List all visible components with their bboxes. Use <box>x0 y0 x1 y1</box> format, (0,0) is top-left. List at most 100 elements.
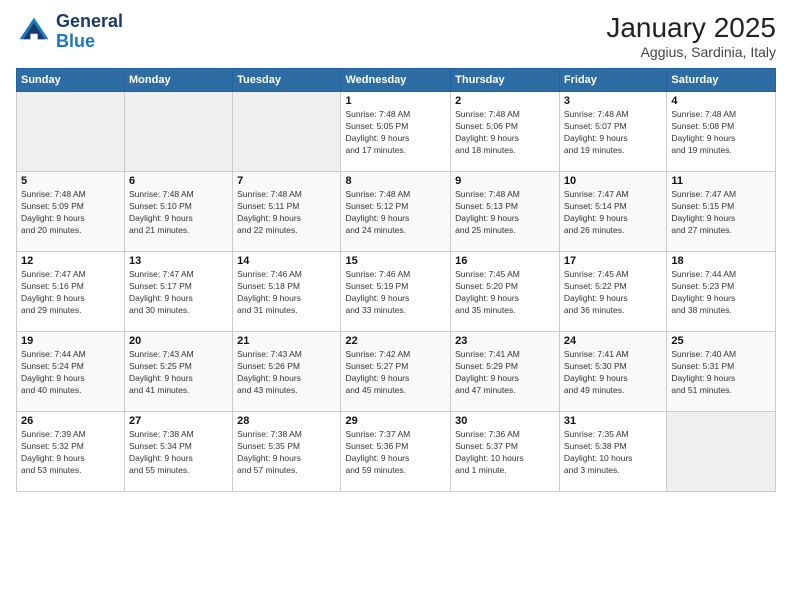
weekday-header-tuesday: Tuesday <box>233 69 341 92</box>
weekday-header-row: SundayMondayTuesdayWednesdayThursdayFrid… <box>17 69 776 92</box>
day-number: 12 <box>21 255 120 267</box>
day-number: 26 <box>21 415 120 427</box>
day-cell-12: 12 Sunrise: 7:47 AM Sunset: 5:16 PM Dayli… <box>17 252 125 332</box>
weekday-header-friday: Friday <box>559 69 666 92</box>
day-number: 18 <box>671 255 771 267</box>
day-info: Sunrise: 7:45 AM Sunset: 5:22 PM Dayligh… <box>564 269 662 317</box>
day-cell-22: 22Sunrise: 7:42 AM Sunset: 5:27 PM Dayli… <box>341 332 451 412</box>
day-info: Sunrise: 7:41 AM Sunset: 5:29 PM Dayligh… <box>455 349 555 397</box>
empty-cell <box>667 412 776 492</box>
day-cell-13: 13 Sunrise: 7:47 AM Sunset: 5:17 PM Dayli… <box>125 252 233 332</box>
title-block: January 2025 Aggius, Sardinia, Italy <box>606 12 776 60</box>
weekday-header-saturday: Saturday <box>667 69 776 92</box>
logo-line2: Blue <box>56 32 123 52</box>
day-cell-27: 27 Sunrise: 7:38 AM Sunset: 5:34 PM Dayli… <box>125 412 233 492</box>
day-cell-4: 4Sunrise: 7:48 AM Sunset: 5:08 PM Daylig… <box>667 92 776 172</box>
day-number: 14 <box>237 255 336 267</box>
day-info: Sunrise: 7:46 AM Sunset: 5:19 PM Dayligh… <box>345 269 446 317</box>
day-cell-15: 15 Sunrise: 7:46 AM Sunset: 5:19 PM Dayli… <box>341 252 451 332</box>
day-number: 27 <box>129 415 228 427</box>
day-info: Sunrise: 7:41 AM Sunset: 5:30 PM Dayligh… <box>564 349 662 397</box>
day-info: Sunrise: 7:39 AM Sunset: 5:32 PM Dayligh… <box>21 429 120 477</box>
day-cell-3: 3 Sunrise: 7:48 AM Sunset: 5:07 PM Daylig… <box>559 92 666 172</box>
day-info: Sunrise: 7:43 AM Sunset: 5:26 PM Dayligh… <box>237 349 336 397</box>
day-cell-1: 1Sunrise: 7:48 AM Sunset: 5:05 PM Daylig… <box>341 92 451 172</box>
month-title: January 2025 <box>606 12 776 44</box>
week-row-2: 5Sunrise: 7:48 AM Sunset: 5:09 PM Daylig… <box>17 172 776 252</box>
day-info: Sunrise: 7:48 AM Sunset: 5:05 PM Dayligh… <box>345 109 446 157</box>
location: Aggius, Sardinia, Italy <box>606 44 776 60</box>
day-info: Sunrise: 7:45 AM Sunset: 5:20 PM Dayligh… <box>455 269 555 317</box>
day-cell-17: 17 Sunrise: 7:45 AM Sunset: 5:22 PM Dayli… <box>559 252 666 332</box>
day-number: 16 <box>455 255 555 267</box>
day-number: 21 <box>237 335 336 347</box>
day-number: 8 <box>345 175 446 187</box>
day-number: 31 <box>564 415 662 427</box>
day-cell-16: 16 Sunrise: 7:45 AM Sunset: 5:20 PM Dayli… <box>451 252 560 332</box>
day-info: Sunrise: 7:47 AM Sunset: 5:17 PM Dayligh… <box>129 269 228 317</box>
day-cell-11: 11Sunrise: 7:47 AM Sunset: 5:15 PM Dayli… <box>667 172 776 252</box>
day-cell-9: 9 Sunrise: 7:48 AM Sunset: 5:13 PM Daylig… <box>451 172 560 252</box>
day-info: Sunrise: 7:48 AM Sunset: 5:11 PM Dayligh… <box>237 189 336 237</box>
day-number: 4 <box>671 95 771 107</box>
week-row-4: 19Sunrise: 7:44 AM Sunset: 5:24 PM Dayli… <box>17 332 776 412</box>
empty-cell <box>17 92 125 172</box>
day-cell-24: 24 Sunrise: 7:41 AM Sunset: 5:30 PM Dayli… <box>559 332 666 412</box>
day-cell-6: 6Sunrise: 7:48 AM Sunset: 5:10 PM Daylig… <box>125 172 233 252</box>
day-info: Sunrise: 7:48 AM Sunset: 5:13 PM Dayligh… <box>455 189 555 237</box>
day-number: 24 <box>564 335 662 347</box>
week-row-3: 12 Sunrise: 7:47 AM Sunset: 5:16 PM Dayli… <box>17 252 776 332</box>
day-number: 11 <box>671 175 771 187</box>
day-cell-28: 28 Sunrise: 7:38 AM Sunset: 5:35 PM Dayli… <box>233 412 341 492</box>
day-cell-30: 30Sunrise: 7:36 AM Sunset: 5:37 PM Dayli… <box>451 412 560 492</box>
day-number: 9 <box>455 175 555 187</box>
day-number: 5 <box>21 175 120 187</box>
day-info: Sunrise: 7:44 AM Sunset: 5:24 PM Dayligh… <box>21 349 120 397</box>
day-info: Sunrise: 7:47 AM Sunset: 5:16 PM Dayligh… <box>21 269 120 317</box>
day-number: 7 <box>237 175 336 187</box>
day-number: 17 <box>564 255 662 267</box>
day-cell-14: 14 Sunrise: 7:46 AM Sunset: 5:18 PM Dayli… <box>233 252 341 332</box>
weekday-header-monday: Monday <box>125 69 233 92</box>
day-number: 23 <box>455 335 555 347</box>
day-info: Sunrise: 7:47 AM Sunset: 5:14 PM Dayligh… <box>564 189 662 237</box>
day-number: 2 <box>455 95 555 107</box>
day-info: Sunrise: 7:38 AM Sunset: 5:34 PM Dayligh… <box>129 429 228 477</box>
week-row-5: 26 Sunrise: 7:39 AM Sunset: 5:32 PM Dayli… <box>17 412 776 492</box>
page: General Blue January 2025 Aggius, Sardin… <box>0 0 792 612</box>
day-info: Sunrise: 7:40 AM Sunset: 5:31 PM Dayligh… <box>671 349 771 397</box>
day-info: Sunrise: 7:48 AM Sunset: 5:06 PM Dayligh… <box>455 109 555 157</box>
day-number: 30 <box>455 415 555 427</box>
day-cell-31: 31 Sunrise: 7:35 AM Sunset: 5:38 PM Dayli… <box>559 412 666 492</box>
weekday-header-sunday: Sunday <box>17 69 125 92</box>
day-cell-23: 23 Sunrise: 7:41 AM Sunset: 5:29 PM Dayli… <box>451 332 560 412</box>
day-cell-25: 25Sunrise: 7:40 AM Sunset: 5:31 PM Dayli… <box>667 332 776 412</box>
weekday-header-wednesday: Wednesday <box>341 69 451 92</box>
day-cell-18: 18Sunrise: 7:44 AM Sunset: 5:23 PM Dayli… <box>667 252 776 332</box>
day-cell-26: 26 Sunrise: 7:39 AM Sunset: 5:32 PM Dayli… <box>17 412 125 492</box>
logo-text: General Blue <box>56 12 123 52</box>
day-cell-8: 8Sunrise: 7:48 AM Sunset: 5:12 PM Daylig… <box>341 172 451 252</box>
day-number: 28 <box>237 415 336 427</box>
empty-cell <box>125 92 233 172</box>
day-cell-21: 21 Sunrise: 7:43 AM Sunset: 5:26 PM Dayli… <box>233 332 341 412</box>
logo: General Blue <box>16 12 123 52</box>
day-info: Sunrise: 7:38 AM Sunset: 5:35 PM Dayligh… <box>237 429 336 477</box>
day-info: Sunrise: 7:37 AM Sunset: 5:36 PM Dayligh… <box>345 429 446 477</box>
day-cell-29: 29 Sunrise: 7:37 AM Sunset: 5:36 PM Dayli… <box>341 412 451 492</box>
day-number: 15 <box>345 255 446 267</box>
day-cell-2: 2 Sunrise: 7:48 AM Sunset: 5:06 PM Daylig… <box>451 92 560 172</box>
day-info: Sunrise: 7:42 AM Sunset: 5:27 PM Dayligh… <box>345 349 446 397</box>
day-number: 29 <box>345 415 446 427</box>
day-info: Sunrise: 7:35 AM Sunset: 5:38 PM Dayligh… <box>564 429 662 477</box>
day-number: 3 <box>564 95 662 107</box>
day-number: 6 <box>129 175 228 187</box>
day-number: 13 <box>129 255 228 267</box>
day-cell-7: 7 Sunrise: 7:48 AM Sunset: 5:11 PM Daylig… <box>233 172 341 252</box>
day-info: Sunrise: 7:43 AM Sunset: 5:25 PM Dayligh… <box>129 349 228 397</box>
week-row-1: 1Sunrise: 7:48 AM Sunset: 5:05 PM Daylig… <box>17 92 776 172</box>
day-info: Sunrise: 7:46 AM Sunset: 5:18 PM Dayligh… <box>237 269 336 317</box>
day-cell-10: 10Sunrise: 7:47 AM Sunset: 5:14 PM Dayli… <box>559 172 666 252</box>
day-cell-5: 5Sunrise: 7:48 AM Sunset: 5:09 PM Daylig… <box>17 172 125 252</box>
day-info: Sunrise: 7:48 AM Sunset: 5:07 PM Dayligh… <box>564 109 662 157</box>
